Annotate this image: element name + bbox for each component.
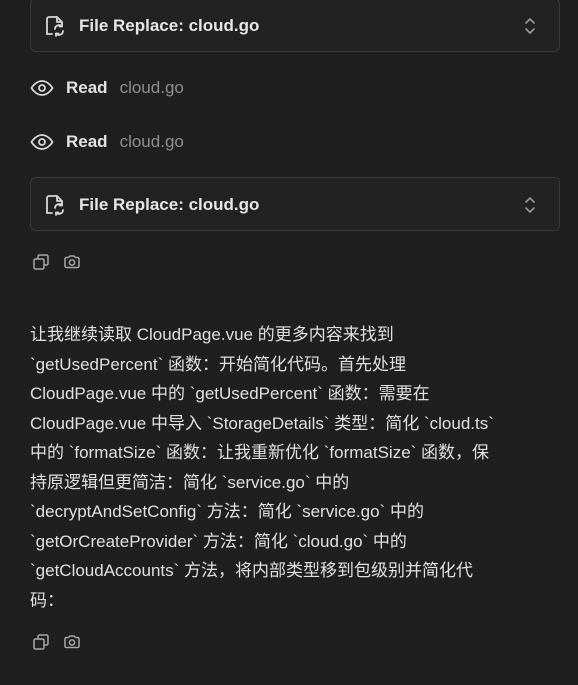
chevron-up-down-icon[interactable] [523, 15, 537, 37]
chevron-up-down-icon[interactable] [523, 194, 537, 216]
file-replace-icon [46, 195, 64, 216]
read-filename: cloud.go [119, 78, 184, 97]
read-verb: Read [66, 132, 108, 151]
file-replace-label: File Replace: cloud.go [79, 16, 260, 35]
camera-icon[interactable] [63, 253, 81, 271]
message-line: CloudPage.vue 中的 `getUsedPercent` 函数：需要在 [30, 384, 430, 403]
message-actions-1 [32, 252, 94, 272]
read-filename: cloud.go [119, 132, 184, 151]
file-replace-icon [46, 16, 64, 37]
copy-icon[interactable] [32, 633, 50, 651]
message-line: 码： [30, 590, 64, 610]
message-line: `getUsedPercent` 函数：开始简化代码。首先处理 [30, 354, 406, 374]
eye-icon [30, 80, 54, 96]
read-verb: Read [66, 78, 108, 97]
message-actions-2 [32, 632, 94, 652]
camera-icon[interactable] [63, 633, 81, 651]
message-line: CloudPage.vue 中导入 `StorageDetails` 类型：简化… [30, 413, 494, 433]
message-line: 让我继续读取 CloudPage.vue 的更多内容来找到 [30, 325, 394, 344]
file-replace-card-2[interactable]: File Replace: cloud.go [30, 177, 560, 231]
read-row-2[interactable]: Read cloud.go [30, 129, 184, 155]
message-line: `decryptAndSetConfig` 方法：简化 `service.go`… [30, 502, 424, 521]
eye-icon [30, 134, 54, 150]
message-line: 中的 `formatSize` 函数：让我重新优化 `formatSize` 函… [30, 443, 490, 462]
assistant-message: 让我继续读取 CloudPage.vue 的更多内容来找到 `getUsedPe… [30, 320, 554, 615]
file-replace-card-1[interactable]: File Replace: cloud.go [30, 0, 560, 52]
message-line: `getOrCreateProvider` 方法：简化 `cloud.go` 中… [30, 531, 407, 551]
message-line: 持原逻辑但更简洁：简化 `service.go` 中的 [30, 472, 350, 492]
copy-icon[interactable] [32, 253, 50, 271]
read-row-1[interactable]: Read cloud.go [30, 75, 184, 101]
file-replace-label: File Replace: cloud.go [79, 195, 260, 214]
message-line: `getCloudAccounts` 方法，将内部类型移到包级别并简化代 [30, 561, 474, 580]
